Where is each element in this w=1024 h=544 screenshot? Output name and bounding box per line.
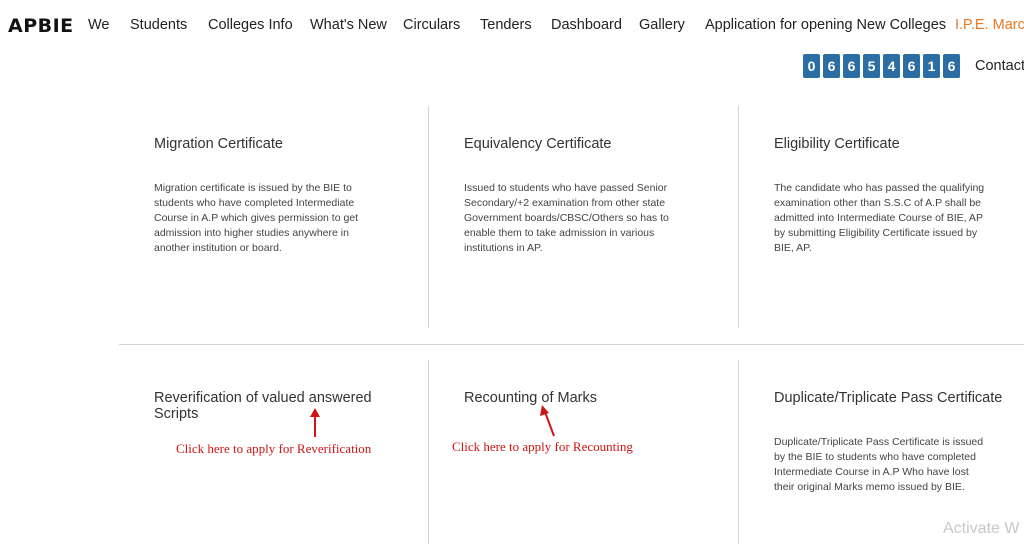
card-description-line: Intermediate Course in A.P Who have lost — [774, 466, 969, 478]
card-description: Migration certificate is issued by the B… — [154, 181, 358, 256]
column-divider — [738, 106, 739, 328]
apply-recounting-link[interactable]: Click here to apply for Recounting — [452, 439, 633, 455]
card-description-line: admission into higher studies anywhere i… — [154, 227, 349, 239]
row-divider — [119, 344, 1024, 345]
nav-item-contact[interactable]: Contact — [975, 58, 1024, 74]
counter-digit: 6 — [843, 54, 860, 78]
nav-item-tenders[interactable]: Tenders — [480, 17, 532, 33]
counter-digit: 4 — [883, 54, 900, 78]
nav-item-ipe-march[interactable]: I.P.E. March — [955, 17, 1024, 33]
card-title: Duplicate/Triplicate Pass Certificate — [774, 390, 1003, 406]
card-description-line: examination other than S.S.C of A.P shal… — [774, 197, 982, 209]
card-description-line: The candidate who has passed the qualify… — [774, 182, 985, 194]
counter-digit: 6 — [943, 54, 960, 78]
activate-windows-watermark: Activate W — [943, 520, 1020, 537]
card-description: Issued to students who have passed Senio… — [464, 181, 669, 256]
column-divider — [428, 106, 429, 328]
card-description: The candidate who has passed the qualify… — [774, 181, 984, 256]
counter-digit: 6 — [823, 54, 840, 78]
card-description-line: admitted into Intermediate Course of BIE… — [774, 212, 983, 224]
card-description-line: enable them to take admission in various — [464, 227, 655, 239]
card-title: Eligibility Certificate — [774, 136, 900, 152]
counter-digit: 5 — [863, 54, 880, 78]
column-divider — [428, 360, 429, 544]
card-description-line: students who have completed Intermediate — [154, 197, 355, 209]
nav-item-whats-new[interactable]: What's New — [310, 17, 387, 33]
site-logo[interactable]: APBIE — [8, 15, 74, 37]
nav-item-gallery[interactable]: Gallery — [639, 17, 685, 33]
nav-item-students[interactable]: Students — [130, 17, 187, 33]
card-description-line: BIE, AP. — [774, 242, 812, 254]
nav-item-we[interactable]: We — [88, 17, 110, 33]
card-title-line: Scripts — [154, 406, 199, 422]
column-divider — [738, 360, 739, 544]
nav-item-circulars[interactable]: Circulars — [403, 17, 460, 33]
card-description-line: Course in A.P which gives permission to … — [154, 212, 359, 224]
card-description-line: institutions in AP. — [464, 242, 543, 254]
nav-item-colleges-info[interactable]: Colleges Info — [208, 17, 293, 33]
counter-digit: 6 — [903, 54, 920, 78]
up-arrow-icon — [310, 408, 320, 437]
card-description-line: Secondary/+2 examination from other stat… — [464, 197, 666, 209]
apply-reverification-link[interactable]: Click here to apply for Reverification — [176, 441, 371, 457]
counter-digit: 1 — [923, 54, 940, 78]
card-title: Equivalency Certificate — [464, 136, 612, 152]
counter-digit: 0 — [803, 54, 820, 78]
nav-item-new-colleges[interactable]: Application for opening New Colleges — [705, 17, 946, 33]
card-description-line: Issued to students who have passed Senio… — [464, 182, 668, 194]
card-title: Recounting of Marks — [464, 390, 597, 406]
card-description: Duplicate/Triplicate Pass Certificate is… — [774, 435, 983, 495]
nav-item-dashboard[interactable]: Dashboard — [551, 17, 622, 33]
card-description-line: their original Marks memo issued by BIE. — [774, 481, 965, 493]
card-description-line: Duplicate/Triplicate Pass Certificate is… — [774, 436, 984, 448]
card-description-line: another institution or board. — [154, 242, 282, 254]
card-description-line: Government boards/CBSC/Others so has to — [464, 212, 669, 224]
card-title-line: Reverification of valued answered — [154, 390, 372, 406]
card-description-line: Migration certificate is issued by the B… — [154, 182, 352, 194]
card-title: Reverification of valued answered Script… — [154, 390, 372, 422]
card-description-line: by the BIE to students who have complete… — [774, 451, 976, 463]
up-arrow-icon — [540, 405, 555, 437]
card-title: Migration Certificate — [154, 136, 283, 152]
card-description-line: by submitting Eligibility Certificate is… — [774, 227, 978, 239]
